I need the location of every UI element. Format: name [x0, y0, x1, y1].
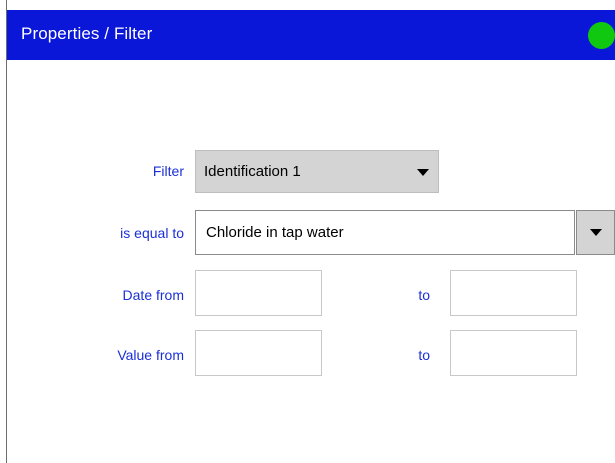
- filter-selected-value: Identification 1: [204, 163, 301, 180]
- chevron-down-icon: [590, 229, 602, 236]
- window-left-border: [6, 0, 7, 463]
- filter-select[interactable]: Identification 1: [195, 150, 439, 193]
- window-title: Properties / Filter: [21, 24, 153, 43]
- title-bar: Properties / Filter: [7, 10, 615, 60]
- properties-filter-window: Properties / Filter Filter Identificatio…: [0, 0, 615, 463]
- equal-value-text: Chloride in tap water: [206, 224, 344, 241]
- status-indicator-icon: [588, 22, 615, 49]
- date-from-label: Date from: [122, 287, 184, 303]
- chevron-down-icon: [417, 169, 429, 176]
- equal-dropdown-button[interactable]: [576, 210, 615, 255]
- equal-value-input[interactable]: Chloride in tap water: [195, 210, 575, 255]
- equal-label: is equal to: [120, 225, 184, 241]
- value-to-input[interactable]: [450, 330, 577, 376]
- filter-label: Filter: [152, 163, 184, 179]
- value-to-label: to: [418, 347, 430, 363]
- date-to-label: to: [418, 287, 430, 303]
- value-from-label: Value from: [117, 347, 184, 363]
- date-to-input[interactable]: [450, 270, 577, 316]
